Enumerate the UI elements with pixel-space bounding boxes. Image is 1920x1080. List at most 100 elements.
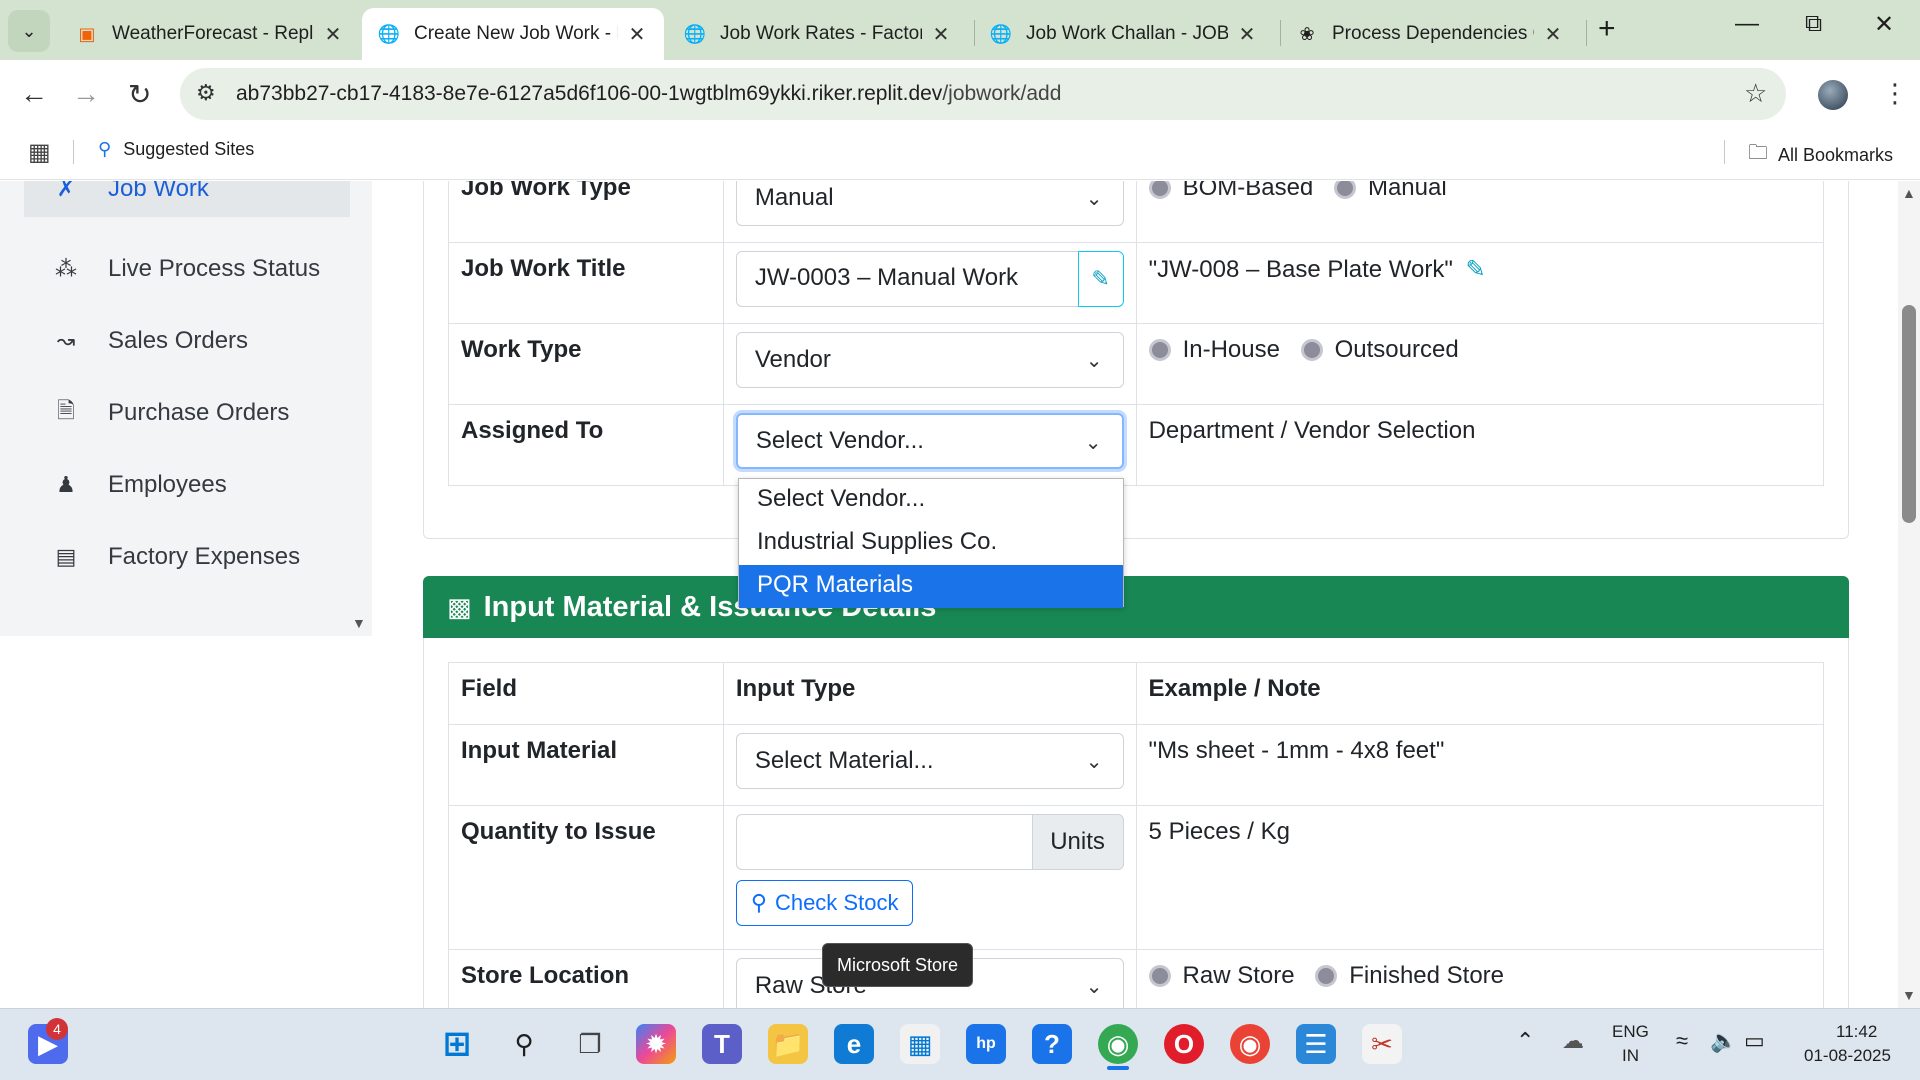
chevron-up-icon[interactable]: ⌃ bbox=[1516, 1028, 1534, 1054]
page-viewport: ✗ Job Work ⁂ Live Process Status ↝ Sales… bbox=[0, 181, 1920, 1008]
browser-tab-weather[interactable]: ▣ WeatherForecast - Replit ✕ bbox=[60, 8, 360, 60]
reload-button[interactable]: ↻ bbox=[128, 78, 151, 111]
input-material-table: Field Input Type Example / Note Input Ma… bbox=[448, 662, 1825, 1008]
bookmarks-bar bbox=[0, 128, 1920, 180]
browser-tab-create-job-work[interactable]: 🌐 Create New Job Work - F ✕ bbox=[362, 8, 664, 60]
clock-time[interactable]: 11:42 bbox=[1836, 1022, 1877, 1042]
broadcast-icon: ⁂ bbox=[55, 256, 77, 281]
url-path: /jobwork/add bbox=[942, 82, 1062, 105]
sidebar-scroll-down-icon[interactable]: ▼ bbox=[352, 615, 366, 631]
sidebar-item-factory-expenses[interactable]: ▤ Factory Expenses bbox=[24, 529, 350, 585]
radio-dot bbox=[1148, 339, 1171, 361]
table-row: Input Material Select Material... ⌄ "Ms s… bbox=[448, 724, 1825, 806]
clock-date[interactable]: 01-08-2025 bbox=[1804, 1046, 1891, 1066]
work-type-select[interactable]: Vendor ⌄ bbox=[735, 332, 1124, 388]
job-work-title-input[interactable]: JW-0003 – Manual Work bbox=[735, 251, 1078, 307]
task-view-icon[interactable]: ❐ bbox=[570, 1024, 610, 1064]
edge-icon[interactable]: e bbox=[834, 1024, 874, 1064]
tab-title: Job Work Rates - Factory bbox=[720, 23, 922, 44]
radio-manual[interactable]: Manual bbox=[1333, 181, 1447, 202]
note-cell: BOM-Based Manual bbox=[1135, 181, 1825, 243]
note-cell: In-House Outsourced bbox=[1135, 323, 1825, 405]
dropdown-option-industrial-supplies[interactable]: Industrial Supplies Co. bbox=[739, 522, 1123, 565]
close-icon[interactable]: ✕ bbox=[930, 22, 952, 47]
close-window-button[interactable]: ✕ bbox=[1874, 10, 1894, 39]
file-explorer-icon[interactable]: 📁 bbox=[768, 1024, 808, 1064]
close-icon[interactable]: ✕ bbox=[626, 22, 648, 47]
windows-start-icon[interactable]: ⊞ bbox=[437, 1024, 477, 1064]
quantity-input[interactable] bbox=[735, 814, 1032, 870]
input-material-select[interactable]: Select Material... ⌄ bbox=[735, 733, 1124, 789]
close-icon[interactable]: ✕ bbox=[322, 22, 344, 47]
browser-tab-job-work-rates[interactable]: 🌐 Job Work Rates - Factory ✕ bbox=[668, 8, 968, 60]
tab-search-button[interactable]: ⌄ bbox=[8, 10, 50, 52]
scroll-up-icon[interactable]: ▲ bbox=[1902, 185, 1916, 201]
table-row: Job Work Title JW-0003 – Manual Work ✎ "… bbox=[448, 242, 1825, 324]
job-work-type-select[interactable]: Manual ⌄ bbox=[735, 181, 1124, 226]
edit-title-button[interactable]: ✎ bbox=[1077, 251, 1124, 307]
microsoft-store-icon[interactable]: ▦ bbox=[900, 1024, 940, 1064]
site-info-icon[interactable]: ⚙ bbox=[196, 80, 216, 106]
radio-finished-store[interactable]: Finished Store bbox=[1315, 962, 1504, 990]
snipping-tool-icon[interactable]: ✂ bbox=[1362, 1024, 1402, 1064]
bookmark-suggested-sites[interactable]: ⚲ Suggested Sites bbox=[98, 139, 254, 160]
wifi-icon[interactable]: ≈ bbox=[1676, 1028, 1688, 1054]
dropdown-option-pqr-materials[interactable]: PQR Materials bbox=[739, 565, 1123, 608]
radio-in-house[interactable]: In-House bbox=[1148, 336, 1280, 364]
dropdown-option-select-vendor[interactable]: Select Vendor... bbox=[739, 479, 1123, 522]
myhp-icon[interactable]: hp bbox=[966, 1024, 1006, 1064]
chrome-icon[interactable]: ◉ bbox=[1098, 1024, 1138, 1064]
page-scrollbar[interactable]: ▲ ▼ bbox=[1898, 181, 1920, 1008]
radio-bom-based[interactable]: BOM-Based bbox=[1148, 181, 1313, 202]
radio-dot bbox=[1333, 181, 1356, 199]
language-indicator[interactable]: ENG bbox=[1612, 1022, 1649, 1042]
teams-icon[interactable]: T bbox=[702, 1024, 742, 1064]
scroll-down-icon[interactable]: ▼ bbox=[1902, 987, 1916, 1003]
help-icon[interactable]: ? bbox=[1032, 1024, 1072, 1064]
all-bookmarks-button[interactable]: 🗀 All Bookmarks bbox=[1748, 138, 1893, 172]
restore-button[interactable]: ⧉ bbox=[1805, 10, 1822, 38]
profile-avatar[interactable] bbox=[1818, 80, 1848, 110]
field-input-cell: Manual ⌄ bbox=[722, 181, 1137, 243]
browser-menu-icon[interactable]: ⋮ bbox=[1882, 78, 1908, 109]
scrollbar-thumb[interactable] bbox=[1902, 305, 1916, 523]
radio-outsourced[interactable]: Outsourced bbox=[1300, 336, 1459, 364]
search-icon: ⚲ bbox=[750, 890, 767, 915]
close-icon[interactable]: ✕ bbox=[1542, 22, 1564, 47]
minimize-button[interactable]: — bbox=[1735, 10, 1759, 38]
back-button[interactable]: ← bbox=[20, 78, 48, 110]
bookmark-star-icon[interactable]: ☆ bbox=[1744, 78, 1767, 109]
note-cell: Raw Store Finished Store bbox=[1135, 949, 1825, 1008]
select-value: Select Material... bbox=[754, 747, 934, 774]
notepad-icon[interactable]: ☰ bbox=[1296, 1024, 1336, 1064]
copilot-icon[interactable]: ✹ bbox=[636, 1024, 676, 1064]
pencil-icon: ✎ bbox=[1465, 256, 1486, 283]
sidebar-item-job-work[interactable]: ✗ Job Work bbox=[24, 181, 350, 217]
chevron-down-icon: ⌄ bbox=[1085, 188, 1103, 210]
assigned-to-select[interactable]: Select Vendor... ⌄ bbox=[735, 413, 1124, 469]
region-indicator: IN bbox=[1622, 1046, 1639, 1065]
sidebar-item-sales-orders[interactable]: ↝ Sales Orders bbox=[24, 313, 350, 369]
close-icon[interactable]: ✕ bbox=[1236, 22, 1258, 47]
url-text[interactable]: ab73bb27-cb17-4183-8e7e-6127a5d6f106-00-… bbox=[236, 82, 1061, 106]
box-icon: ▩ bbox=[447, 591, 472, 622]
sidebar-item-purchase-orders[interactable]: 🗎 Purchase Orders bbox=[24, 385, 350, 441]
cloud-offline-icon[interactable]: ☁ bbox=[1562, 1028, 1584, 1054]
browser-tab-process-dependencies[interactable]: ❀ Process Dependencies O ✕ bbox=[1280, 8, 1580, 60]
new-tab-button[interactable]: + bbox=[1598, 12, 1616, 46]
field-input-cell: Select Vendor... ⌄ bbox=[722, 404, 1137, 486]
opera-icon[interactable]: O bbox=[1164, 1024, 1204, 1064]
battery-icon[interactable]: ▭ bbox=[1744, 1028, 1765, 1054]
volume-icon[interactable]: 🔈 bbox=[1710, 1028, 1737, 1054]
forward-button[interactable]: → bbox=[72, 78, 100, 110]
check-stock-button[interactable]: ⚲ Check Stock bbox=[735, 880, 914, 926]
sidebar-item-employees[interactable]: ♟ Employees bbox=[24, 457, 350, 513]
radio-raw-store[interactable]: Raw Store bbox=[1148, 962, 1295, 990]
sidebar-item-live-process-status[interactable]: ⁂ Live Process Status bbox=[24, 241, 350, 297]
apps-grid-icon[interactable]: ▦ bbox=[28, 138, 51, 167]
pencil-icon: ✎ bbox=[1091, 266, 1110, 291]
chrome-alt-icon[interactable]: ◉ bbox=[1230, 1024, 1270, 1064]
column-header: Field bbox=[448, 662, 724, 725]
browser-tab-job-work-challan[interactable]: 🌐 Job Work Challan - JOB-2 ✕ bbox=[974, 8, 1274, 60]
search-icon[interactable]: ⚲ bbox=[504, 1024, 544, 1064]
